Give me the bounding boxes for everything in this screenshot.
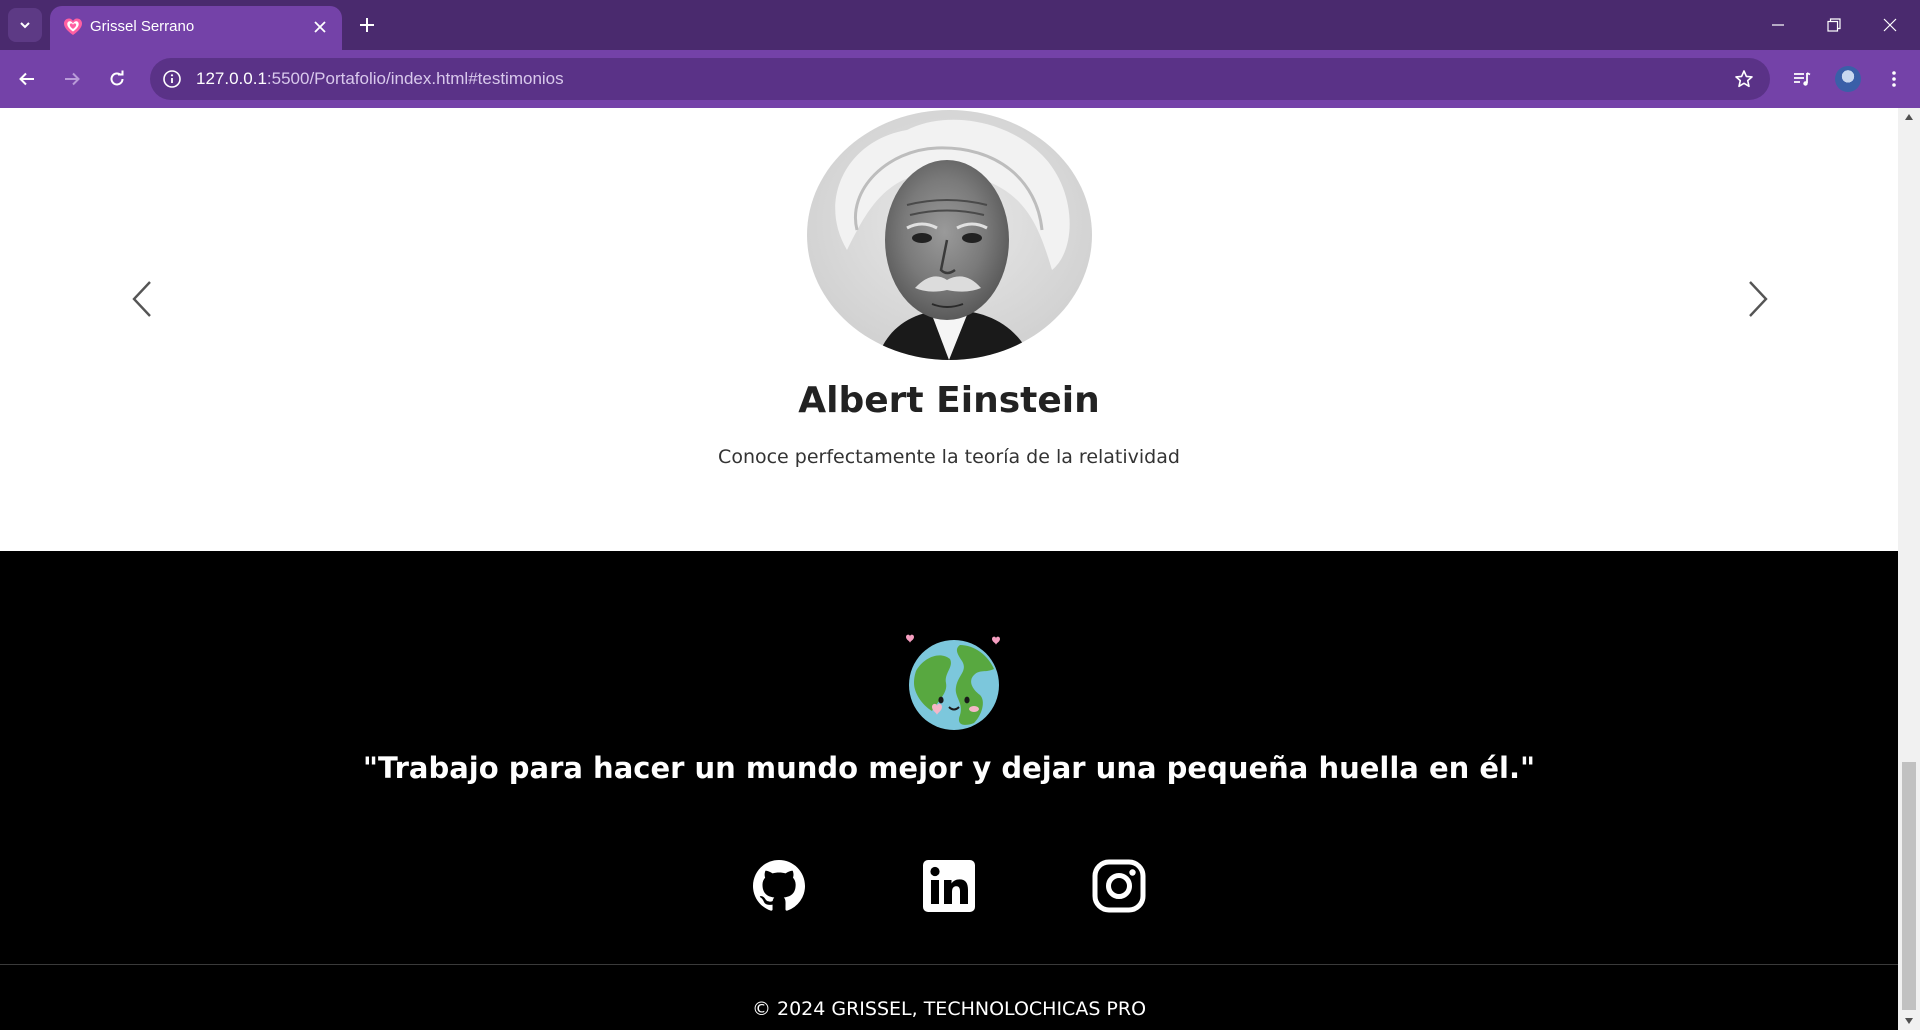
info-icon <box>163 70 181 88</box>
reload-button[interactable] <box>99 61 135 97</box>
media-controls-button[interactable] <box>1784 61 1820 97</box>
github-icon <box>753 860 805 911</box>
bookmark-button[interactable] <box>1732 67 1756 91</box>
restore-button[interactable] <box>1806 0 1862 50</box>
plus-icon <box>360 18 374 32</box>
back-button[interactable] <box>9 61 45 97</box>
linkedin-link[interactable] <box>922 859 976 913</box>
more-vertical-icon <box>1892 71 1896 87</box>
testimonial-description: Conoce perfectamente la teoría de la rel… <box>718 446 1180 468</box>
site-footer: "Trabajo para hacer un mundo mejor y dej… <box>0 551 1898 1030</box>
browser-menu-button[interactable] <box>1876 61 1912 97</box>
testimonial-name: Albert Einstein <box>798 380 1100 421</box>
forward-button[interactable] <box>54 61 90 97</box>
tab-title: Grissel Serrano <box>90 18 195 35</box>
page-content: Albert Einstein Conoce perfectamente la … <box>0 108 1898 1030</box>
star-icon <box>1735 70 1753 88</box>
address-bar[interactable]: 127.0.0.1:5500/Portafolio/index.html#tes… <box>150 58 1770 100</box>
profile-button[interactable] <box>1830 61 1866 97</box>
close-icon <box>314 21 326 33</box>
url-text: 127.0.0.1:5500/Portafolio/index.html#tes… <box>196 69 564 89</box>
chevron-right-icon <box>1749 281 1768 317</box>
scroll-down-button[interactable] <box>1898 1012 1920 1030</box>
close-window-button[interactable] <box>1862 0 1918 50</box>
footer-quote: "Trabajo para hacer un mundo mejor y dej… <box>362 751 1536 785</box>
linkedin-icon <box>923 860 975 912</box>
carousel-next-button[interactable] <box>1738 276 1778 322</box>
url-path: :5500/Portafolio/index.html#testimonios <box>266 69 564 88</box>
minimize-button[interactable] <box>1750 0 1806 50</box>
avatar <box>1835 66 1861 92</box>
testimonial-carousel: Albert Einstein Conoce perfectamente la … <box>0 108 1898 551</box>
minimize-icon <box>1772 24 1784 26</box>
restore-icon <box>1827 18 1841 32</box>
carousel-prev-button[interactable] <box>122 276 162 322</box>
browser-tab-bar: Grissel Serrano <box>0 0 1920 50</box>
browser-toolbar: 127.0.0.1:5500/Portafolio/index.html#tes… <box>0 50 1920 108</box>
chevron-down-icon <box>20 22 30 29</box>
site-info-button[interactable] <box>160 67 184 91</box>
media-queue-icon <box>1794 72 1811 86</box>
arrow-left-icon <box>19 72 34 86</box>
scroll-up-button[interactable] <box>1898 108 1920 126</box>
triangle-up-icon <box>1905 114 1913 120</box>
url-host: 127.0.0.1 <box>196 69 267 88</box>
close-icon <box>1883 18 1897 32</box>
instagram-link[interactable] <box>1092 859 1146 913</box>
scrollbar-thumb[interactable] <box>1902 762 1916 1010</box>
chevron-left-icon <box>132 281 151 317</box>
github-link[interactable] <box>752 859 806 913</box>
tab-search-button[interactable] <box>8 8 42 42</box>
instagram-icon <box>1092 859 1146 913</box>
heart-favicon-icon <box>64 18 82 35</box>
triangle-down-icon <box>1905 1018 1913 1024</box>
new-tab-button[interactable] <box>352 10 382 40</box>
vertical-scrollbar[interactable] <box>1898 108 1920 1030</box>
copyright-text: © 2024 GRISSEL, TECHNOLOCHICAS PRO <box>751 998 1147 1020</box>
page-viewport: Albert Einstein Conoce perfectamente la … <box>0 108 1920 1030</box>
earth-icon <box>906 634 1000 730</box>
active-tab[interactable]: Grissel Serrano <box>50 6 342 50</box>
reload-icon <box>110 70 124 86</box>
close-tab-button[interactable] <box>308 15 332 39</box>
testimonial-portrait <box>807 110 1092 360</box>
footer-divider <box>0 964 1898 965</box>
arrow-right-icon <box>65 72 80 86</box>
